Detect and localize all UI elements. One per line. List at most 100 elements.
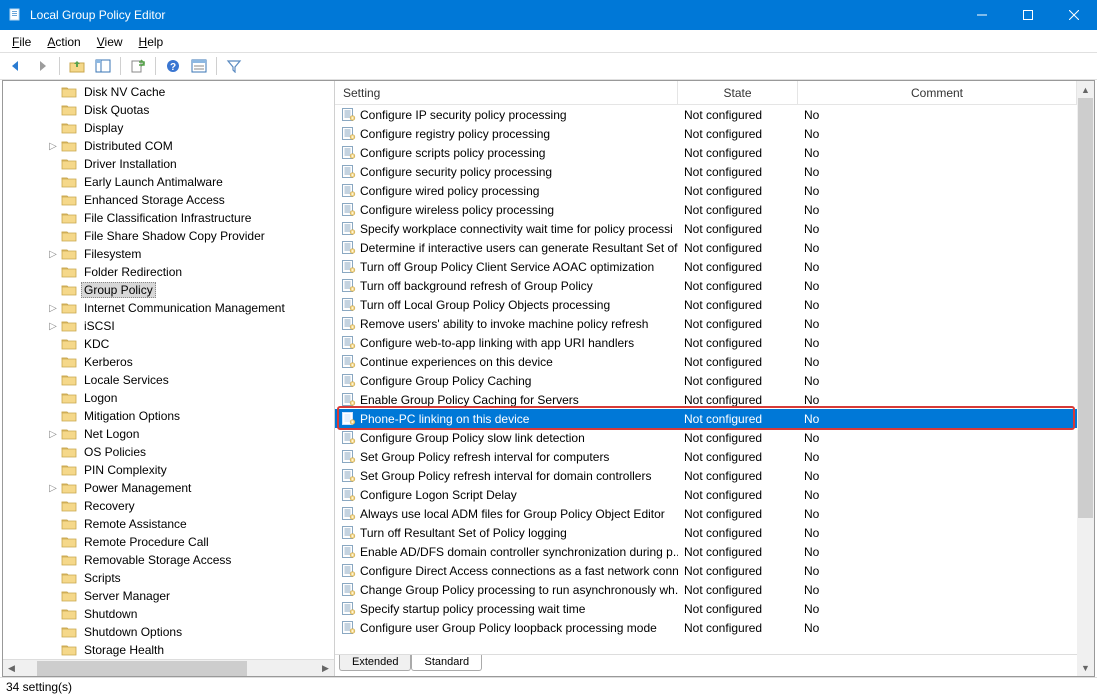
forward-button[interactable] — [30, 55, 54, 77]
expander-icon[interactable]: ▷ — [47, 140, 59, 152]
list-row[interactable]: Configure Group Policy slow link detecti… — [335, 428, 1077, 447]
list-row[interactable]: Configure Logon Script DelayNot configur… — [335, 485, 1077, 504]
column-header-setting[interactable]: Setting — [335, 81, 678, 104]
list-row[interactable]: Configure registry policy processingNot … — [335, 124, 1077, 143]
tree-item-label: Distributed COM — [81, 139, 176, 153]
scroll-left-icon[interactable]: ◀ — [3, 660, 20, 677]
setting-name: Configure wireless policy processing — [360, 203, 554, 217]
menu-help[interactable]: Help — [131, 33, 172, 51]
column-header-state[interactable]: State — [678, 81, 798, 104]
tree-horizontal-scrollbar[interactable]: ◀ ▶ — [3, 659, 334, 676]
expander-icon[interactable]: ▷ — [47, 248, 59, 260]
list-row[interactable]: Configure user Group Policy loopback pro… — [335, 618, 1077, 637]
list-row[interactable]: Turn off background refresh of Group Pol… — [335, 276, 1077, 295]
tree-item[interactable]: Disk NV Cache — [3, 83, 334, 101]
tree-item[interactable]: Scripts — [3, 569, 334, 587]
expander-icon[interactable]: ▷ — [47, 320, 59, 332]
list-row[interactable]: Determine if interactive users can gener… — [335, 238, 1077, 257]
list-row[interactable]: Remove users' ability to invoke machine … — [335, 314, 1077, 333]
help-button[interactable]: ? — [161, 55, 185, 77]
list-row[interactable]: Phone-PC linking on this deviceNot confi… — [335, 409, 1077, 428]
tree-item[interactable]: File Classification Infrastructure — [3, 209, 334, 227]
export-list-button[interactable] — [126, 55, 150, 77]
scroll-thumb[interactable] — [1078, 98, 1093, 518]
tree-item[interactable]: Disk Quotas — [3, 101, 334, 119]
tree-body[interactable]: Disk NV CacheDisk QuotasDisplay ▷ Distribu… — [3, 81, 334, 659]
list-row[interactable]: Enable Group Policy Caching for ServersN… — [335, 390, 1077, 409]
tab-extended[interactable]: Extended — [339, 655, 411, 671]
list-row[interactable]: Specify workplace connectivity wait time… — [335, 219, 1077, 238]
setting-comment: No — [798, 374, 1077, 388]
tree-item[interactable]: Group Policy — [3, 281, 334, 299]
tree-item[interactable]: ▷ Distributed COM — [3, 137, 334, 155]
tree-item[interactable]: Display — [3, 119, 334, 137]
close-button[interactable] — [1051, 0, 1097, 30]
list-body[interactable]: Configure IP security policy processingN… — [335, 105, 1077, 654]
scroll-thumb[interactable] — [37, 661, 247, 676]
expander-icon[interactable]: ▷ — [47, 302, 59, 314]
list-row[interactable]: Always use local ADM files for Group Pol… — [335, 504, 1077, 523]
tab-standard[interactable]: Standard — [411, 655, 482, 671]
list-row[interactable]: Specify startup policy processing wait t… — [335, 599, 1077, 618]
tree-item[interactable]: Shutdown Options — [3, 623, 334, 641]
list-row[interactable]: Configure Direct Access connections as a… — [335, 561, 1077, 580]
tree-item[interactable]: File Share Shadow Copy Provider — [3, 227, 334, 245]
tree-item[interactable]: Mitigation Options — [3, 407, 334, 425]
list-row[interactable]: Configure scripts policy processingNot c… — [335, 143, 1077, 162]
list-row[interactable]: Continue experiences on this deviceNot c… — [335, 352, 1077, 371]
expander-icon[interactable]: ▷ — [47, 482, 59, 494]
scroll-right-icon[interactable]: ▶ — [317, 660, 334, 677]
list-row[interactable]: Configure Group Policy CachingNot config… — [335, 371, 1077, 390]
setting-state: Not configured — [678, 165, 798, 179]
tree-item[interactable]: OS Policies — [3, 443, 334, 461]
list-row[interactable]: Enable AD/DFS domain controller synchron… — [335, 542, 1077, 561]
tree-item[interactable]: Server Manager — [3, 587, 334, 605]
tree-item[interactable]: Enhanced Storage Access — [3, 191, 334, 209]
list-row[interactable]: Configure wired policy processingNot con… — [335, 181, 1077, 200]
list-row[interactable]: Configure wireless policy processingNot … — [335, 200, 1077, 219]
filter-button[interactable] — [222, 55, 246, 77]
minimize-button[interactable] — [959, 0, 1005, 30]
menu-view[interactable]: View — [89, 33, 131, 51]
scroll-up-icon[interactable]: ▲ — [1077, 81, 1094, 98]
tree-item[interactable]: ▷Power Management — [3, 479, 334, 497]
properties-button[interactable] — [187, 55, 211, 77]
list-row[interactable]: Turn off Resultant Set of Policy logging… — [335, 523, 1077, 542]
tree-item[interactable]: Remote Procedure Call — [3, 533, 334, 551]
tree-item[interactable]: ▷Net Logon — [3, 425, 334, 443]
tree-item[interactable]: Locale Services — [3, 371, 334, 389]
tree-item[interactable]: Remote Assistance — [3, 515, 334, 533]
list-row[interactable]: Configure security policy processingNot … — [335, 162, 1077, 181]
expander-icon[interactable]: ▷ — [47, 428, 59, 440]
tree-item[interactable]: Kerberos — [3, 353, 334, 371]
maximize-button[interactable] — [1005, 0, 1051, 30]
back-button[interactable] — [4, 55, 28, 77]
tree-item[interactable]: PIN Complexity — [3, 461, 334, 479]
tree-item[interactable]: KDC — [3, 335, 334, 353]
up-button[interactable] — [65, 55, 89, 77]
list-row[interactable]: Change Group Policy processing to run as… — [335, 580, 1077, 599]
tree-item[interactable]: Storage Health — [3, 641, 334, 659]
show-hide-tree-button[interactable] — [91, 55, 115, 77]
list-row[interactable]: Configure IP security policy processingN… — [335, 105, 1077, 124]
list-row[interactable]: Set Group Policy refresh interval for do… — [335, 466, 1077, 485]
tree-item[interactable]: Folder Redirection — [3, 263, 334, 281]
tree-item[interactable]: Logon — [3, 389, 334, 407]
tree-item[interactable]: Removable Storage Access — [3, 551, 334, 569]
menu-file[interactable]: File — [4, 33, 39, 51]
tree-item[interactable]: ▷Filesystem — [3, 245, 334, 263]
list-row[interactable]: Set Group Policy refresh interval for co… — [335, 447, 1077, 466]
list-vertical-scrollbar[interactable]: ▲ ▼ — [1077, 81, 1094, 676]
list-row[interactable]: Turn off Local Group Policy Objects proc… — [335, 295, 1077, 314]
tree-item[interactable]: ▷Internet Communication Management — [3, 299, 334, 317]
tree-item[interactable]: ▷iSCSI — [3, 317, 334, 335]
list-row[interactable]: Turn off Group Policy Client Service AOA… — [335, 257, 1077, 276]
menu-action[interactable]: Action — [39, 33, 88, 51]
tree-item[interactable]: Recovery — [3, 497, 334, 515]
column-header-comment[interactable]: Comment — [798, 81, 1077, 104]
tree-item[interactable]: Driver Installation — [3, 155, 334, 173]
list-row[interactable]: Configure web-to-app linking with app UR… — [335, 333, 1077, 352]
scroll-down-icon[interactable]: ▼ — [1077, 659, 1094, 676]
tree-item[interactable]: Early Launch Antimalware — [3, 173, 334, 191]
tree-item[interactable]: Shutdown — [3, 605, 334, 623]
